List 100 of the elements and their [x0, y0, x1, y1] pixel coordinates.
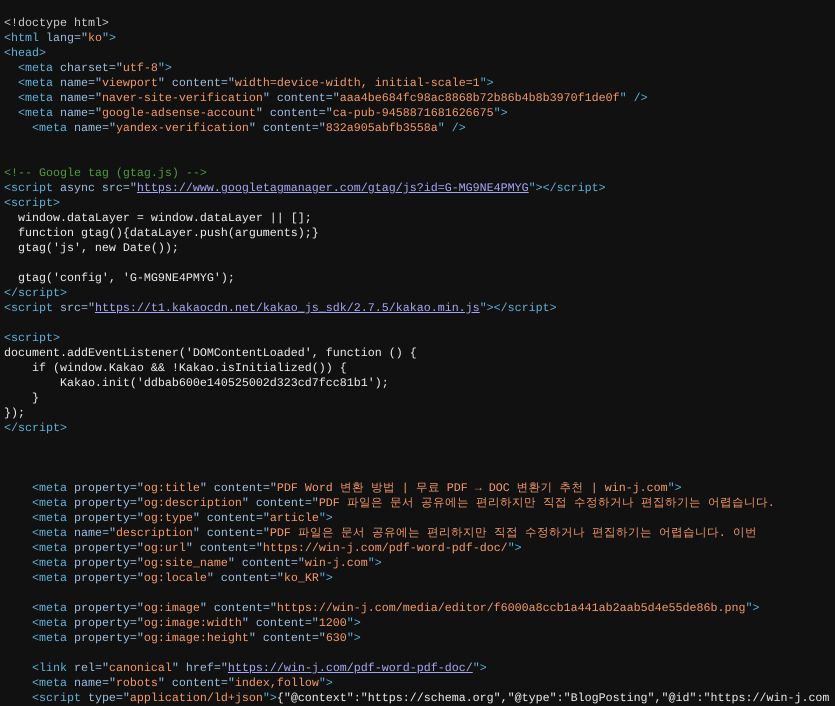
attribute-value: ko — [88, 31, 102, 46]
html-tag: <meta — [4, 676, 67, 691]
attribute-value: ca-pub-9458871681626675 — [332, 106, 494, 121]
html-tag: <html — [4, 31, 39, 46]
html-tag: <meta — [4, 511, 67, 526]
html-tag: </script> — [4, 421, 67, 436]
html-tag: <meta — [4, 541, 67, 556]
script-code: } — [30, 391, 39, 406]
attribute-value: PDF Word 변환 방법 | 무료 PDF → DOC 변환기 추천 | win-j.com — [276, 481, 668, 496]
html-tag: <meta — [4, 601, 67, 616]
html-tag: "></script> — [528, 181, 606, 196]
attribute-name: name=" — [72, 526, 116, 541]
html-tag: <meta — [4, 76, 53, 91]
attribute-name: " href=" — [172, 661, 228, 676]
attribute-value: PDF 파일은 문서 공유에는 편리하지만 직접 수정하거나 편집하기는 어렵습니다. — [318, 496, 775, 511]
html-tag: "> — [472, 661, 487, 676]
attribute-value: og:type — [144, 511, 193, 526]
attribute-value: aaa4be684fc98ac8868b72b86b4b8b3970f1de0f — [340, 91, 620, 106]
attribute-value: og:description — [144, 496, 242, 511]
html-tag: </script> — [4, 286, 67, 301]
html-tag: <meta — [4, 61, 53, 76]
html-tag: <script — [4, 181, 53, 196]
html-tag: "> — [346, 631, 361, 646]
attribute-value: og:image:height — [144, 631, 249, 646]
html-tag: "> — [346, 616, 361, 631]
html-tag: "> — [668, 481, 682, 496]
html-tag: " /> — [620, 91, 648, 106]
attribute-value: PDF 파일은 문서 공유에는 편리하지만 직접 수정하거나 편집하기는 어렵습니다. 이번 — [270, 526, 757, 541]
source-link[interactable]: https://www.googletagmanager.com/gtag/js?id=G-MG9NE4PMYG — [136, 181, 529, 196]
attribute-value: google-adsense-account — [102, 106, 256, 121]
attribute-name: async src=" — [58, 181, 137, 196]
html-tag: <meta — [4, 631, 67, 646]
doctype-declaration: <!doctype html> — [4, 16, 109, 31]
code-comment: <!-- Google tag (gtag.js) --> — [4, 166, 207, 181]
html-tag: <meta — [4, 91, 53, 106]
attribute-name: " content=" — [158, 676, 235, 691]
attribute-value: robots — [116, 676, 158, 691]
attribute-value: ko_KR — [284, 571, 319, 586]
script-code: }); — [4, 406, 25, 421]
attribute-name: rel=" — [72, 661, 109, 676]
attribute-name: " content=" — [186, 541, 263, 556]
attribute-name: name=" — [58, 76, 102, 91]
attribute-value: og:image:width — [144, 616, 242, 631]
attribute-value: utf-8 — [122, 61, 158, 76]
attribute-name: property=" — [72, 541, 144, 556]
html-tag: "> — [318, 571, 333, 586]
attribute-value: 832a905abfb3558a — [326, 121, 438, 136]
script-code: {"@context":"https://schema.org","@type":"BlogPosting","@id":"https://win-j.com — [276, 691, 830, 706]
html-tag: "> — [494, 106, 508, 121]
attribute-name: property=" — [72, 616, 144, 631]
html-tag: <script — [4, 301, 53, 316]
attribute-name: " content=" — [206, 571, 284, 586]
html-tag: "> — [102, 31, 116, 46]
attribute-value: og:site_name — [144, 556, 228, 571]
script-code: gtag('config', 'G-MG9NE4PMYG'); — [16, 271, 235, 286]
script-code: gtag('js', new Date()); — [16, 241, 179, 256]
attribute-name: " content=" — [256, 106, 333, 121]
attribute-name: lang=" — [44, 31, 88, 46]
html-tag: "> — [262, 691, 277, 706]
attribute-name: " content=" — [228, 556, 305, 571]
attribute-name: " content=" — [200, 601, 277, 616]
attribute-name: charset=" — [58, 61, 123, 76]
attribute-name: property=" — [72, 511, 144, 526]
attribute-value: og:title — [144, 481, 200, 496]
attribute-name: " content=" — [262, 91, 340, 106]
html-tag: <meta — [4, 526, 67, 541]
attribute-name: " content=" — [192, 526, 270, 541]
html-tag: " /> — [438, 121, 466, 136]
attribute-value: https://win-j.com/pdf-word-pdf-doc/ — [262, 541, 508, 556]
attribute-value: viewport — [102, 76, 158, 91]
script-code: document.addEventListener('DOMContentLoaded', function () { — [4, 346, 417, 361]
script-code: if (window.Kakao && !Kakao.isInitialized()) { — [30, 361, 347, 376]
script-code: Kakao.init('ddbab600e140525002d323cd7fcc81b1'); — [58, 376, 389, 391]
html-tag: "> — [158, 61, 172, 76]
html-tag: <head> — [4, 46, 46, 61]
attribute-value: og:url — [144, 541, 186, 556]
attribute-name: property=" — [72, 601, 144, 616]
attribute-value: yandex-verification — [116, 121, 249, 136]
attribute-value: og:image — [144, 601, 200, 616]
attribute-name: property=" — [72, 631, 144, 646]
attribute-name: type=" — [86, 691, 130, 706]
source-link[interactable]: https://t1.kakaocdn.net/kakao_js_sdk/2.7.5/kakao.min.js — [94, 301, 480, 316]
attribute-name: " content=" — [248, 121, 326, 136]
html-tag: <meta — [4, 496, 67, 511]
attribute-name: " content=" — [200, 481, 277, 496]
html-tag: <meta — [4, 481, 67, 496]
html-tag: "> — [318, 511, 333, 526]
html-tag: "> — [480, 76, 494, 91]
html-tag: <meta — [4, 556, 67, 571]
attribute-value: naver-site-verification — [102, 91, 263, 106]
attribute-value: 1200 — [318, 616, 347, 631]
html-tag: "> — [746, 601, 760, 616]
attribute-name: " content=" — [242, 616, 319, 631]
attribute-name: property=" — [72, 481, 144, 496]
html-tag: <meta — [4, 571, 67, 586]
attribute-value: application/ld+json — [130, 691, 263, 706]
attribute-value: 630 — [326, 631, 347, 646]
attribute-name: name=" — [72, 676, 116, 691]
source-link[interactable]: https://win-j.com/pdf-word-pdf-doc/ — [228, 661, 473, 676]
html-tag: <script> — [4, 331, 60, 346]
